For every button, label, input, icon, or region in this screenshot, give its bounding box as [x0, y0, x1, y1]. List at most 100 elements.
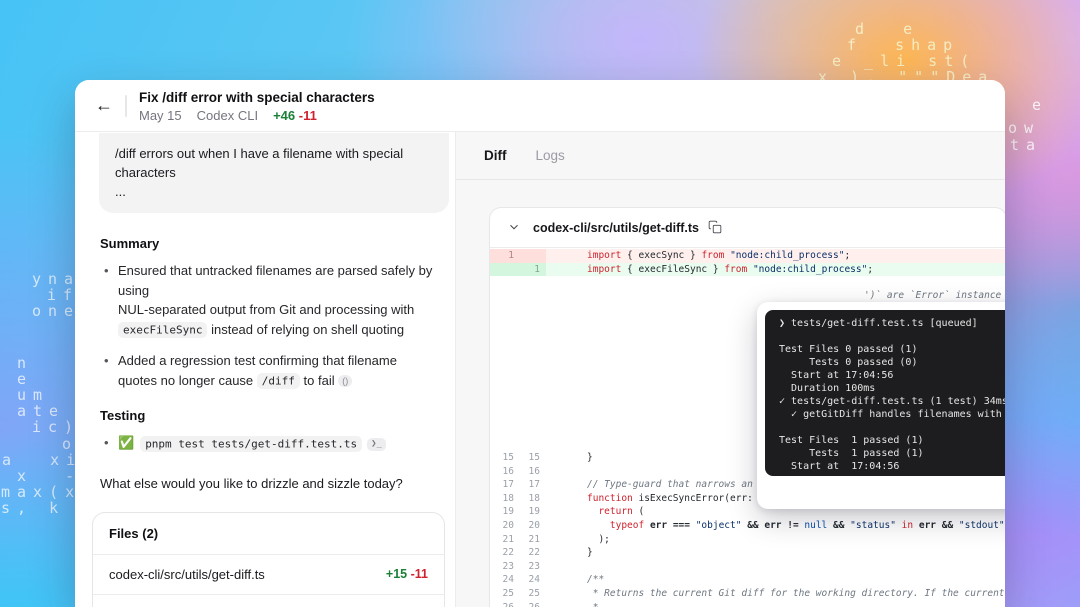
conversation-panel: /diff errors out when I have a filename … — [75, 132, 455, 607]
code-line: 2121 ); — [490, 533, 1005, 547]
code-text: * — [546, 601, 598, 607]
line-number-new: 17 — [520, 478, 546, 492]
code-text: } — [546, 451, 593, 465]
code-text: } — [546, 546, 593, 560]
code-text: import { execSync } from "node:child_pro… — [546, 249, 850, 263]
line-number-old: 15 — [490, 451, 520, 465]
assistant-followup-text: What else would you like to drizzle and … — [100, 476, 449, 491]
bg-letter: um — [17, 386, 49, 404]
bg-letter: one — [32, 302, 80, 320]
success-check-icon: ✅ — [118, 435, 134, 450]
file-row[interactable]: codex-cli/tests/get-diff.test.tsNew — [93, 594, 444, 607]
bullet-text: instead of relying on shell quoting — [207, 322, 404, 337]
task-date: May 15 — [139, 108, 182, 123]
code-line: 2323 — [490, 560, 1005, 574]
summary-bullet-list: • Ensured that untracked filenames are pa… — [100, 261, 449, 391]
bg-letter: d e — [855, 20, 919, 38]
bg-letter: ate — [17, 402, 65, 420]
summary-heading: Summary — [100, 236, 455, 251]
inline-code-chip: pnpm test tests/get-diff.test.ts — [140, 436, 362, 452]
diff-stats: +46 -11 — [273, 108, 317, 123]
line-number-old: 20 — [490, 519, 520, 533]
terminal-chip-icon[interactable]: ❯_ — [367, 438, 386, 451]
additions-count: +46 — [273, 108, 295, 123]
line-number-old: 26 — [490, 601, 520, 607]
user-message-ellipsis: ... — [115, 182, 433, 201]
diff-file-header[interactable]: codex-cli/src/utils/get-diff.ts — [490, 208, 1005, 248]
file-name: codex-cli/src/utils/get-diff.ts — [109, 567, 265, 582]
line-number-old: 19 — [490, 505, 520, 519]
task-source: Codex CLI — [197, 108, 258, 123]
line-number-old: 1 — [490, 249, 520, 263]
codex-task-window: ← Fix /diff error with special character… — [75, 80, 1005, 607]
line-number-old: 24 — [490, 573, 520, 587]
bg-letter: ic) — [32, 418, 80, 436]
file-row[interactable]: codex-cli/src/utils/get-diff.ts +15 -11 — [93, 554, 444, 594]
bg-letter: ta — [1010, 136, 1042, 154]
summary-bullet: •Ensured that untracked filenames are pa… — [100, 261, 449, 340]
code-text: typeof err === "object" && err != null &… — [546, 519, 1005, 533]
summary-bullet: •Added a regression test confirming that… — [100, 351, 449, 391]
file-diff-stats: +15 -11 — [386, 567, 428, 581]
line-number-old: 18 — [490, 492, 520, 506]
bg-letter: max(x — [1, 483, 81, 501]
back-button[interactable]: ← — [91, 93, 117, 119]
bg-letter: e _li st( — [832, 52, 976, 70]
testing-bullet-list: • ✅ pnpm test tests/get-diff.test.ts ❯_ — [100, 433, 449, 454]
diff-logs-tabs: Diff Logs — [456, 132, 1005, 180]
bg-letter: yna — [32, 270, 80, 288]
task-title: Fix /diff error with special characters — [139, 89, 375, 106]
line-number-new: 25 — [520, 587, 546, 601]
bg-letter: ow — [1008, 119, 1040, 137]
code-line: 2020 typeof err === "object" && err != n… — [490, 519, 1005, 533]
header-title-block: Fix /diff error with special characters … — [139, 89, 375, 123]
bg-letter: e — [17, 370, 33, 388]
user-message-bubble: /diff errors out when I have a filename … — [99, 133, 449, 213]
code-line: 2424/** — [490, 573, 1005, 587]
diff-file-path: codex-cli/src/utils/get-diff.ts — [533, 221, 699, 235]
code-line: 2525 * Returns the current Git diff for … — [490, 587, 1005, 601]
line-number-new: 23 — [520, 560, 546, 574]
copy-icon[interactable] — [708, 220, 724, 236]
citation-chip[interactable]: () — [338, 375, 352, 387]
line-number-old: 17 — [490, 478, 520, 492]
code-text: return ( — [546, 505, 644, 519]
code-text: ); — [546, 533, 610, 547]
code-fragment: ')` are `Error` instance — [864, 290, 1001, 301]
bullet-dot: • — [104, 433, 109, 453]
inline-code-chip: execFileSync — [118, 322, 207, 338]
bullet-text: Ensured that untracked filenames are par… — [118, 263, 432, 298]
files-card-title: Files (2) — [93, 513, 444, 554]
code-text: import { execFileSync } from "node:child… — [546, 263, 873, 277]
tab-diff[interactable]: Diff — [484, 148, 507, 163]
line-number-old — [490, 263, 520, 277]
task-header: ← Fix /diff error with special character… — [75, 80, 1005, 132]
inline-code-chip: /diff — [257, 373, 300, 389]
bg-letter: x - — [17, 467, 81, 485]
line-number-old: 21 — [490, 533, 520, 547]
line-number-old: 16 — [490, 465, 520, 479]
deletions-count: -11 — [299, 108, 317, 123]
bullet-text: quotes no longer cause — [118, 373, 257, 388]
line-number-old: 23 — [490, 560, 520, 574]
line-number-new: 21 — [520, 533, 546, 547]
line-number-new — [520, 249, 546, 263]
bg-letter: e — [1032, 96, 1048, 114]
line-number-new: 19 — [520, 505, 546, 519]
testing-bullet: • ✅ pnpm test tests/get-diff.test.ts ❯_ — [100, 433, 449, 454]
code-line: 2222} — [490, 546, 1005, 560]
line-number-new: 20 — [520, 519, 546, 533]
line-number-old: 22 — [490, 546, 520, 560]
line-number-new: 26 — [520, 601, 546, 607]
files-card: Files (2) codex-cli/src/utils/get-diff.t… — [92, 512, 445, 607]
chevron-down-icon — [507, 220, 523, 236]
tab-logs[interactable]: Logs — [536, 148, 565, 163]
back-arrow-icon: ← — [95, 95, 113, 116]
line-number-new: 18 — [520, 492, 546, 506]
diff-panel: Diff Logs codex-cli/src/utils/get-diff.t… — [455, 132, 1005, 607]
code-line: 2626 * — [490, 601, 1005, 607]
line-number-new: 1 — [520, 263, 546, 277]
code-line: 1import { execFileSync } from "node:chil… — [490, 263, 1005, 277]
bullet-dot: • — [104, 351, 109, 371]
bg-letter: f shap — [847, 36, 959, 54]
